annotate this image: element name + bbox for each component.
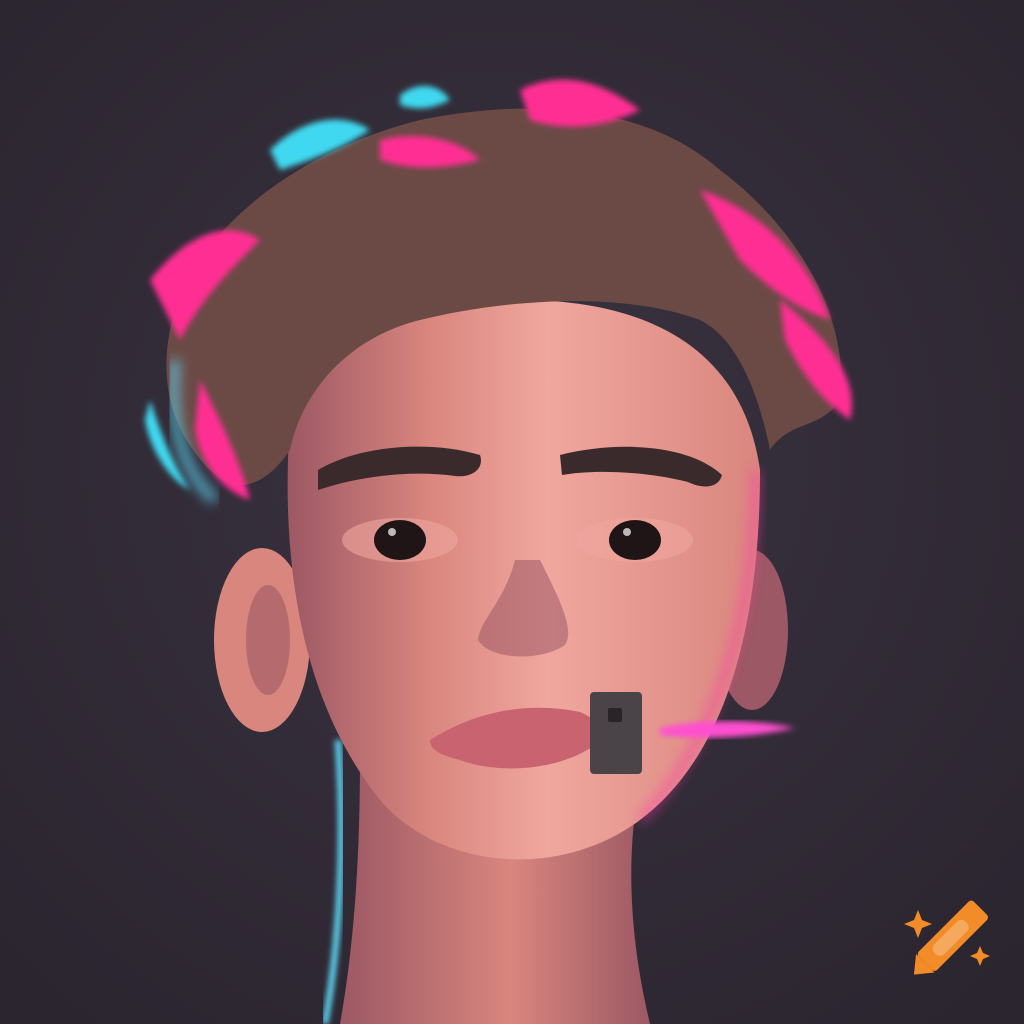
portrait-canvas: [0, 0, 1024, 1024]
portrait-illustration: [0, 0, 1024, 1024]
right-eye: [577, 518, 693, 562]
cheek-device-detail: [608, 708, 622, 722]
left-eye: [342, 518, 458, 562]
left-ear-inner: [246, 585, 290, 695]
cheek-device: [590, 692, 642, 774]
